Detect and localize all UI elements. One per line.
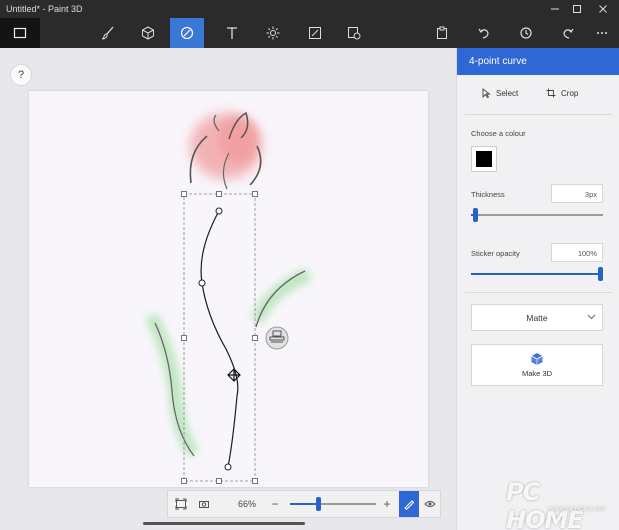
view-3d-button[interactable]: [195, 491, 213, 517]
cube-icon: [531, 353, 543, 365]
workspace: ? 66% − +: [0, 48, 456, 530]
four-point-curve[interactable]: [200, 210, 239, 468]
panel-title: 4-point curve: [457, 48, 619, 75]
more-icon: [597, 32, 607, 34]
stickers-tool[interactable]: [170, 18, 204, 48]
maximize-icon: [573, 5, 581, 13]
watermark-site: WWW.PCHOME.NET: [548, 507, 607, 513]
right-leaf: [250, 267, 312, 328]
3d-library-icon: [348, 27, 361, 40]
minimize-icon: [551, 8, 559, 10]
colour-swatch[interactable]: [471, 146, 497, 172]
move-cursor-icon: [227, 368, 241, 382]
divider: [465, 292, 612, 293]
effects-icon: [266, 26, 280, 40]
eye-icon: [424, 501, 436, 507]
select-cursor-icon: [482, 88, 491, 98]
zoom-slider-thumb[interactable]: [316, 497, 321, 511]
brushes-icon: [101, 26, 114, 40]
opacity-label: Sticker opacity: [471, 249, 520, 258]
more-button[interactable]: [585, 18, 619, 48]
close-button[interactable]: [591, 0, 615, 18]
paste-button[interactable]: [425, 18, 459, 48]
redo-button[interactable]: [551, 18, 585, 48]
window-title: Untitled* - Paint 3D: [6, 4, 83, 14]
canvas-icon: [309, 27, 321, 39]
history-icon: [520, 27, 532, 39]
opacity-slider-thumb[interactable]: [598, 267, 603, 281]
choose-colour-label: Choose a colour: [471, 129, 526, 138]
thickness-slider-thumb[interactable]: [473, 208, 478, 222]
close-icon: [599, 5, 607, 13]
zoom-bar: 66% − +: [167, 490, 441, 518]
fit-view-button[interactable]: [172, 491, 190, 517]
finish-dropdown[interactable]: Matte: [471, 304, 603, 331]
paste-icon: [437, 26, 447, 39]
3d-library-tool[interactable]: [337, 18, 371, 48]
drawing-canvas[interactable]: [29, 91, 428, 487]
pen-mode-button[interactable]: [399, 491, 419, 517]
preview-button[interactable]: [421, 491, 439, 517]
watermark-logo: PC HOME: [506, 478, 584, 530]
history-button[interactable]: [509, 18, 543, 48]
tool-row: [0, 18, 619, 48]
menu-button[interactable]: [0, 18, 40, 48]
3d-shapes-tool[interactable]: [131, 18, 165, 48]
pencil-icon: [404, 500, 415, 510]
redo-icon: [563, 28, 574, 39]
thickness-label: Thickness: [471, 190, 505, 199]
zoom-level: 66%: [238, 499, 257, 509]
undo-icon: [478, 28, 489, 39]
canvas-tool[interactable]: [298, 18, 332, 48]
crop-button[interactable]: Crop: [546, 88, 578, 98]
3d-shapes-icon: [142, 26, 154, 40]
text-tool[interactable]: [215, 18, 249, 48]
divider: [465, 114, 612, 115]
select-button[interactable]: Select: [481, 88, 518, 98]
thickness-input[interactable]: 3px: [551, 184, 603, 203]
zoom-in-button[interactable]: +: [380, 491, 394, 517]
fit-view-icon: [175, 498, 187, 510]
zoom-slider[interactable]: [290, 497, 376, 511]
chevron-down-icon: [587, 313, 596, 322]
view-3d-icon: [199, 501, 209, 508]
effects-tool[interactable]: [256, 18, 290, 48]
stamp-button[interactable]: [265, 326, 289, 350]
scroll-indicator: [143, 522, 305, 525]
opacity-slider[interactable]: [471, 267, 603, 281]
undo-button[interactable]: [467, 18, 501, 48]
opacity-input[interactable]: 100%: [551, 243, 603, 262]
opacity-slider-fill: [471, 273, 603, 275]
petals: [189, 111, 262, 190]
title-bar: Untitled* - Paint 3D: [0, 0, 619, 18]
help-button[interactable]: ?: [10, 64, 32, 86]
menu-icon: [13, 27, 27, 39]
finish-value: Matte: [526, 312, 548, 323]
stickers-icon: [180, 26, 194, 40]
text-icon: [227, 27, 237, 39]
thickness-slider[interactable]: [471, 208, 603, 222]
zoom-slider-fill: [290, 503, 318, 505]
app-topbar: Untitled* - Paint 3D: [0, 0, 619, 48]
tulip-drawing: [144, 111, 312, 484]
brushes-tool[interactable]: [91, 18, 125, 48]
make-3d-button[interactable]: Make 3D: [471, 344, 603, 386]
minimize-button[interactable]: [543, 0, 567, 18]
colour-fill: [476, 151, 492, 167]
crop-icon: [546, 88, 556, 98]
properties-panel: 4-point curve Select Crop Choose a colou…: [456, 48, 619, 530]
zoom-out-button[interactable]: −: [268, 491, 282, 517]
left-leaf: [144, 312, 200, 458]
maximize-button[interactable]: [565, 0, 589, 18]
